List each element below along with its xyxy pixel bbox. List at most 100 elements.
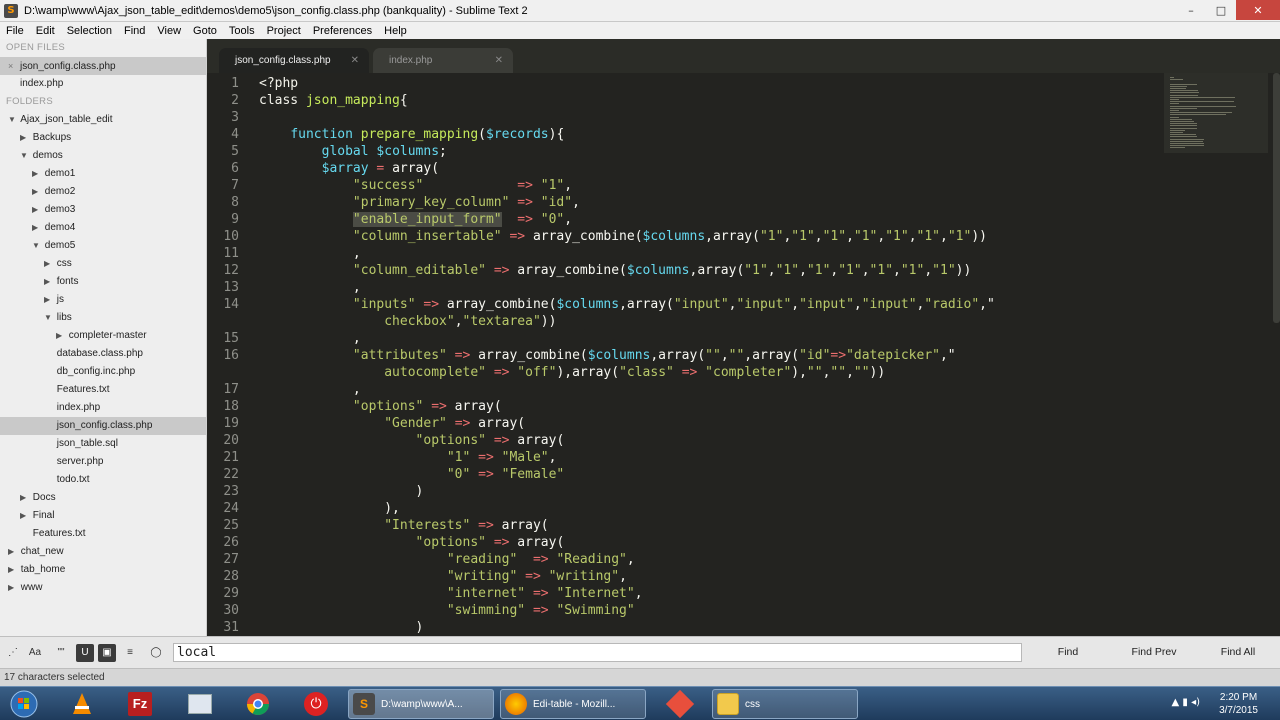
code-line[interactable]: "column_insertable" => array_combine($co…	[259, 228, 987, 245]
collapsed-arrow-icon[interactable]: ▶	[20, 129, 30, 147]
find-all-button[interactable]: Find All	[1200, 643, 1276, 662]
code-line[interactable]: ,	[259, 245, 361, 262]
code-line[interactable]: ,	[259, 330, 361, 347]
clock[interactable]: 2:20 PM 3/7/2015	[1219, 691, 1258, 717]
code-line[interactable]: ),	[259, 500, 400, 517]
tree-item[interactable]: server.php	[0, 453, 206, 471]
expanded-arrow-icon[interactable]: ▼	[44, 309, 54, 327]
collapsed-arrow-icon[interactable]: ▶	[8, 543, 18, 561]
vertical-scrollbar[interactable]	[1273, 73, 1280, 323]
menu-view[interactable]: View	[151, 25, 187, 37]
close-tab-icon[interactable]: ✕	[495, 48, 503, 73]
tree-item[interactable]: ▶ demo4	[0, 219, 206, 237]
menu-file[interactable]: File	[0, 25, 30, 37]
regex-toggle[interactable]: U	[76, 644, 94, 662]
open-file-item[interactable]: index.php	[0, 75, 206, 93]
code-line[interactable]: global $columns;	[259, 143, 447, 160]
code-area[interactable]: <?php class json_mapping{ function prepar…	[259, 73, 1164, 636]
collapsed-arrow-icon[interactable]: ▶	[32, 183, 42, 201]
tree-item[interactable]: ▶ chat_new	[0, 543, 206, 561]
explorer-taskbar-window[interactable]: css	[712, 689, 858, 719]
expanded-arrow-icon[interactable]: ▼	[32, 237, 42, 255]
collapsed-arrow-icon[interactable]: ▶	[8, 561, 18, 579]
find-input[interactable]: local	[173, 643, 1022, 662]
code-editor[interactable]: 1 2 3 4 5 6 7 8 9 10 11 12 13 14 15 16 17 18 19 20 21 22 23 24 2…	[207, 73, 1280, 636]
tree-item[interactable]: index.php	[0, 399, 206, 417]
menu-tools[interactable]: Tools	[223, 25, 261, 37]
maximize-button[interactable]: □	[1206, 0, 1236, 20]
minimize-button[interactable]: –	[1176, 0, 1206, 20]
tree-item[interactable]: ▶ www	[0, 579, 206, 597]
in-selection-toggle[interactable]: ▣	[98, 644, 116, 662]
code-line[interactable]: checkbox","textarea"))	[259, 313, 556, 330]
code-line[interactable]: "0" => "Female"	[259, 466, 564, 483]
tree-item[interactable]: ▶ demo3	[0, 201, 206, 219]
minimap[interactable]	[1164, 73, 1268, 153]
tree-item[interactable]: ▶ completer-master	[0, 327, 206, 345]
code-line[interactable]: function prepare_mapping($records){	[259, 126, 564, 143]
tree-item[interactable]: ▶ Backups	[0, 129, 206, 147]
power-taskbar-icon[interactable]: ⏻	[298, 689, 334, 719]
code-line[interactable]: "attributes" => array_combine($columns,a…	[259, 347, 956, 364]
tree-item[interactable]: Features.txt	[0, 525, 206, 543]
find-button[interactable]: Find	[1030, 643, 1106, 662]
code-line[interactable]: "success" => "1",	[259, 177, 572, 194]
code-line[interactable]: "1" => "Male",	[259, 449, 557, 466]
filezilla-taskbar-icon[interactable]: Fz	[122, 689, 158, 719]
menu-edit[interactable]: Edit	[30, 25, 61, 37]
collapsed-arrow-icon[interactable]: ▶	[44, 291, 54, 309]
code-line[interactable]: $array = array(	[259, 160, 439, 177]
code-line[interactable]: "internet" => "Internet",	[259, 585, 643, 602]
expanded-arrow-icon[interactable]: ▼	[20, 147, 30, 165]
collapsed-arrow-icon[interactable]: ▶	[32, 219, 42, 237]
code-line[interactable]: "reading" => "Reading",	[259, 551, 635, 568]
chrome-taskbar-icon[interactable]	[240, 689, 276, 719]
code-line[interactable]: "column_editable" => array_combine($colu…	[259, 262, 971, 279]
code-line[interactable]: "enable_input_form" => "0",	[259, 211, 572, 228]
code-line[interactable]: "primary_key_column" => "id",	[259, 194, 580, 211]
highlight-matches-toggle[interactable]: ◯	[147, 644, 165, 662]
tree-item[interactable]: ▼ Ajax_json_table_edit	[0, 111, 206, 129]
collapsed-arrow-icon[interactable]: ▶	[20, 489, 30, 507]
whole-word-toggle[interactable]: ""	[52, 644, 70, 662]
tree-item[interactable]: ▼ demos	[0, 147, 206, 165]
collapsed-arrow-icon[interactable]: ▶	[32, 201, 42, 219]
collapsed-arrow-icon[interactable]: ▶	[8, 579, 18, 597]
system-tray[interactable]: ▲ ▮ ◂)	[1172, 697, 1200, 708]
tree-item[interactable]: Features.txt	[0, 381, 206, 399]
code-line[interactable]: ,	[259, 279, 361, 296]
app-taskbar-icon[interactable]	[660, 689, 700, 719]
code-line[interactable]: "options" => array(	[259, 398, 502, 415]
close-tab-icon[interactable]: ✕	[351, 48, 359, 73]
code-line[interactable]: "inputs" => array_combine($columns,array…	[259, 296, 995, 313]
code-line[interactable]: "Gender" => array(	[259, 415, 525, 432]
menu-help[interactable]: Help	[378, 25, 413, 37]
tree-item[interactable]: ▶ css	[0, 255, 206, 273]
code-line[interactable]: autocomplete" => "off"),array("class" =>…	[259, 364, 885, 381]
tree-item[interactable]: ▶ demo2	[0, 183, 206, 201]
code-line[interactable]: )	[259, 483, 424, 500]
start-button[interactable]	[4, 689, 44, 719]
firefox-taskbar-window[interactable]: Edi-table - Mozill...	[500, 689, 646, 719]
open-file-item[interactable]: × json_config.class.php	[0, 57, 206, 75]
notes-taskbar-icon[interactable]	[182, 689, 218, 719]
collapsed-arrow-icon[interactable]: ▶	[20, 507, 30, 525]
case-sensitive-toggle[interactable]: Aa	[26, 644, 44, 662]
tab-index[interactable]: index.php ✕	[373, 48, 513, 73]
code-line[interactable]: "writing" => "writing",	[259, 568, 627, 585]
code-line[interactable]: "swimming" => "Swimming"	[259, 602, 635, 619]
code-line[interactable]: )	[259, 619, 424, 636]
menu-goto[interactable]: Goto	[187, 25, 223, 37]
code-line[interactable]: "options" => array(	[259, 534, 565, 551]
close-window-button[interactable]: ✕	[1236, 0, 1280, 20]
wrap-toggle[interactable]: ≡	[121, 644, 139, 662]
menu-find[interactable]: Find	[118, 25, 151, 37]
tree-item[interactable]: todo.txt	[0, 471, 206, 489]
tree-item[interactable]: ▼ libs	[0, 309, 206, 327]
menu-project[interactable]: Project	[261, 25, 307, 37]
collapsed-arrow-icon[interactable]: ▶	[44, 273, 54, 291]
tree-item[interactable]: ▶ js	[0, 291, 206, 309]
code-line[interactable]: class json_mapping{	[259, 92, 408, 109]
tree-item[interactable]: ▶ demo1	[0, 165, 206, 183]
close-file-icon[interactable]: ×	[8, 57, 20, 75]
